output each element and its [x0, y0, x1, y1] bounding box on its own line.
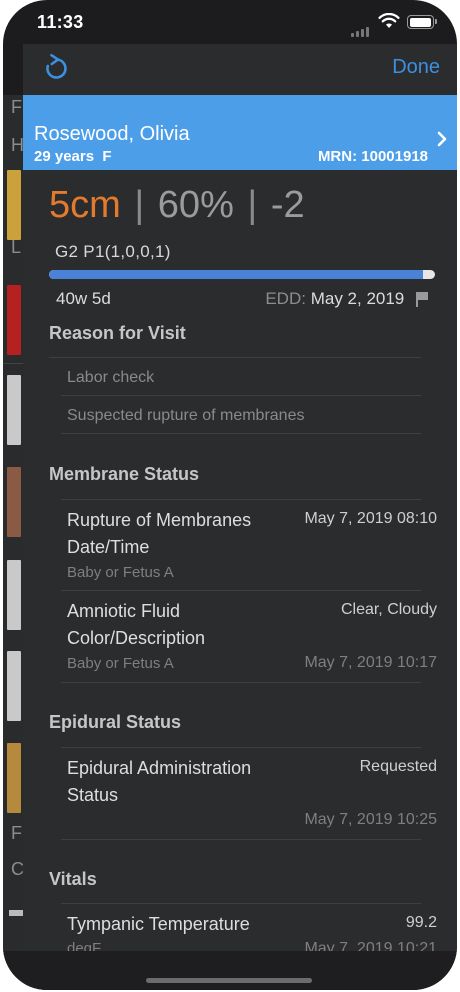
wifi-icon [378, 12, 400, 34]
patient-detail-sheet: Done Rosewood, Olivia 29 years F MRN: 10… [23, 44, 457, 990]
divider [61, 839, 421, 840]
cervical-dilation: 5cm [49, 184, 121, 226]
divider [61, 747, 421, 748]
amniotic-fluid-value: Clear, Cloudy [340, 601, 437, 618]
flag-icon [416, 292, 428, 308]
amniotic-fetus-label: Baby or Fetus A [67, 655, 174, 672]
section-header-vitals: Vitals [49, 869, 97, 889]
amniotic-fluid-date: May 7, 2019 10:17 [304, 654, 437, 671]
divider [49, 357, 421, 358]
edd-value: May 2, 2019 [310, 289, 405, 308]
metric-separator: | [134, 184, 145, 226]
epidural-status-value: Requested [359, 758, 437, 775]
divider [61, 682, 421, 683]
gestational-age: 40w 5d [56, 289, 111, 308]
section-header-epidural-status: Epidural Status [49, 712, 182, 732]
patient-age-sex: 29 years F [34, 148, 112, 165]
status-time: 11:33 [37, 12, 84, 32]
list-thumbnail [7, 285, 21, 355]
epidural-status-label: Epidural Administration Status [67, 758, 252, 805]
list-thumbnail [7, 651, 21, 721]
epidural-status-date: May 7, 2019 10:25 [304, 811, 437, 828]
labor-metrics: 5cm | 60% | -2 [49, 184, 305, 227]
list-item: Labor check [67, 369, 155, 386]
cellular-signal-icon [351, 19, 371, 37]
divider [61, 433, 421, 434]
bottom-safe-area [3, 951, 457, 990]
section-header-reason-for-visit: Reason for Visit [49, 323, 186, 343]
temperature-value: 99.2 [405, 914, 437, 931]
cervical-effacement: 60% [157, 184, 234, 226]
estimated-delivery-date: EDD: May 2, 2019 [265, 289, 429, 309]
status-bar: 11:33 [3, 0, 457, 44]
list-thumbnail [7, 170, 21, 240]
phone-screen: F H L F C 11:33 Done Rosewood, Olivia 29… [3, 0, 457, 990]
list-thumbnail [7, 560, 21, 630]
gravida-para: G2 P1(1,0,0,1) [55, 242, 171, 261]
divider [61, 395, 421, 396]
list-section-letter: F [11, 97, 22, 117]
rom-fetus-label: Baby or Fetus A [67, 564, 174, 581]
gestation-progress-fill [49, 270, 424, 279]
patient-banner[interactable]: Rosewood, Olivia 29 years F MRN: 1000191… [23, 95, 457, 170]
home-indicator[interactable] [146, 978, 312, 983]
patient-name: Rosewood, Olivia [34, 123, 190, 145]
divider [61, 590, 421, 591]
edd-label: EDD: [265, 289, 306, 308]
divider [61, 903, 421, 904]
section-header-membrane-status: Membrane Status [49, 464, 200, 484]
list-section-letter: L [11, 237, 22, 257]
fetal-station: -2 [270, 184, 305, 226]
list-thumbnail [7, 743, 21, 813]
gestation-progress-bar [49, 270, 435, 279]
rom-datetime-value: May 7, 2019 08:10 [304, 510, 437, 527]
chevron-right-icon [437, 131, 447, 147]
list-item: Suspected rupture of membranes [67, 407, 305, 424]
battery-icon [407, 15, 437, 29]
list-thumbnail [7, 375, 21, 445]
amniotic-fluid-label: Amniotic Fluid Color/Description [67, 601, 206, 648]
list-thumbnail [9, 910, 23, 916]
refresh-icon [46, 53, 67, 79]
done-button[interactable]: Done [392, 56, 440, 79]
divider [61, 499, 421, 500]
patient-mrn: MRN: 10001918 [317, 148, 428, 165]
list-thumbnail [7, 467, 21, 537]
rom-datetime-label: Rupture of Membranes Date/Time [67, 510, 252, 557]
metric-separator: | [247, 184, 258, 226]
list-section-letter: F [11, 823, 22, 843]
temperature-label: Tympanic Temperature [67, 914, 250, 934]
refresh-button[interactable] [41, 53, 71, 83]
